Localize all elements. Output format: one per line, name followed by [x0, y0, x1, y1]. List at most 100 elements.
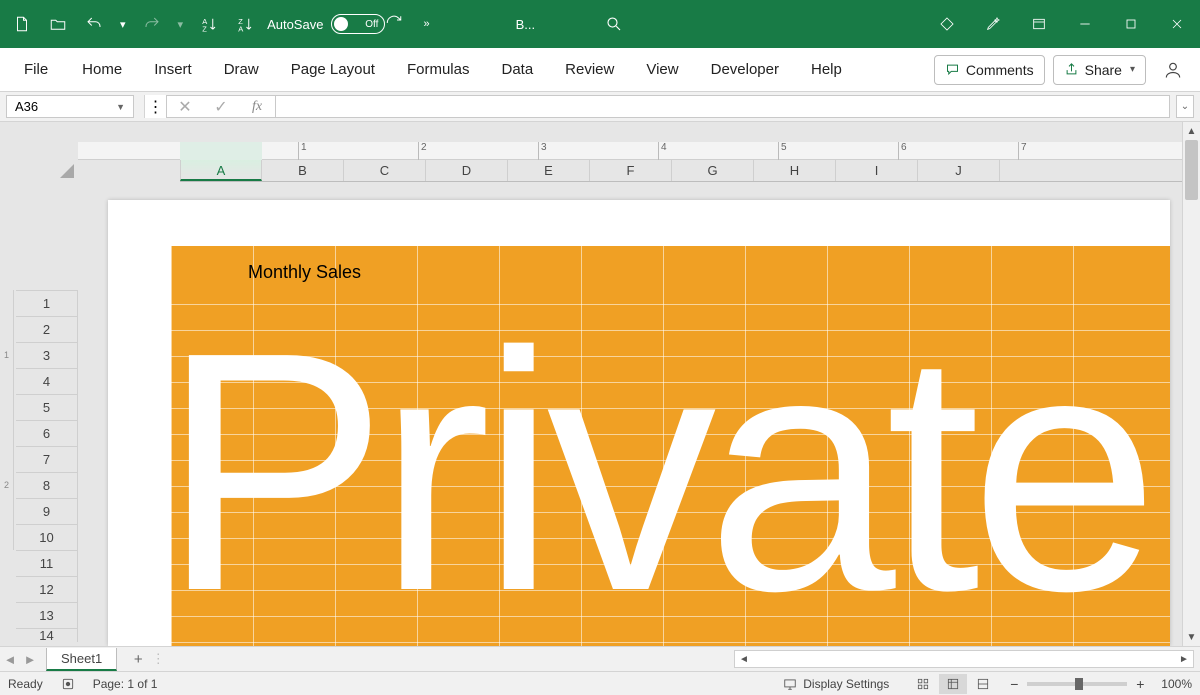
sort-desc-icon[interactable]: ZA [229, 8, 261, 40]
name-box[interactable]: A36 ▼ [6, 95, 134, 118]
status-bar: Ready Page: 1 of 1 Display Settings − + … [0, 671, 1200, 695]
row-header[interactable]: 10 [16, 524, 78, 550]
cancel-formula-icon[interactable]: ✕ [167, 97, 203, 117]
zoom-out-button[interactable]: − [1007, 676, 1021, 692]
tab-split-handle[interactable]: ⋮ [151, 651, 165, 667]
new-file-icon[interactable] [6, 8, 38, 40]
tab-insert[interactable]: Insert [138, 51, 208, 88]
tab-data[interactable]: Data [485, 51, 549, 88]
search-button[interactable] [595, 11, 633, 37]
zoom-thumb[interactable] [1075, 678, 1083, 690]
select-all-corner[interactable] [0, 122, 78, 182]
vertical-scrollbar[interactable]: ▲ ▼ [1182, 122, 1200, 646]
sheet-area: 1 2 3 4 5 6 7 A B C D E F G H I J Privat… [78, 122, 1200, 646]
column-header[interactable]: A [180, 160, 262, 181]
comment-icon [945, 62, 960, 77]
autosave-pill[interactable]: Off [331, 14, 385, 34]
row-header[interactable]: 12 [16, 576, 78, 602]
zoom-in-button[interactable]: + [1133, 676, 1147, 692]
refresh-icon[interactable] [385, 14, 417, 35]
view-normal-icon[interactable] [909, 674, 937, 694]
status-ready: Ready [8, 677, 43, 691]
undo-icon[interactable] [78, 8, 110, 40]
share-button[interactable]: Share ▾ [1053, 55, 1146, 85]
v-scroll-thumb[interactable] [1185, 140, 1198, 200]
cell-text[interactable]: Monthly Sales [248, 262, 361, 283]
tab-review[interactable]: Review [549, 51, 630, 88]
row-header[interactable]: 8 [16, 472, 78, 498]
row-header[interactable]: 4 [16, 368, 78, 394]
row-header[interactable]: 7 [16, 446, 78, 472]
column-header[interactable]: H [754, 160, 836, 181]
scroll-right-icon[interactable]: ► [1175, 654, 1193, 665]
row-header[interactable]: 5 [16, 394, 78, 420]
row-header[interactable]: 1 [16, 290, 78, 316]
zoom-control: − + 100% [1007, 676, 1192, 692]
open-file-icon[interactable] [42, 8, 74, 40]
tab-formulas[interactable]: Formulas [391, 51, 486, 88]
close-button[interactable] [1154, 0, 1200, 48]
tab-draw[interactable]: Draw [208, 51, 275, 88]
v-scroll-track[interactable] [1183, 140, 1200, 628]
tab-file[interactable]: File [10, 51, 66, 88]
page-mark-1: 1 [0, 290, 14, 420]
column-header[interactable]: B [262, 160, 344, 181]
row-header[interactable]: 14 [16, 628, 78, 642]
formula-bar: A36 ▼ ⋮ ✕ ✓ fx ⌄ [0, 92, 1200, 122]
tab-view[interactable]: View [630, 51, 694, 88]
page-number-gutter: 1 2 [0, 182, 16, 642]
column-header[interactable]: D [426, 160, 508, 181]
pencil-sparkle-icon[interactable] [970, 0, 1016, 48]
scroll-down-icon[interactable]: ▼ [1183, 628, 1200, 646]
redo-dropdown-icon[interactable]: ▾ [172, 18, 190, 31]
row-header[interactable]: 13 [16, 602, 78, 628]
view-page-break-icon[interactable] [969, 674, 997, 694]
sheet-nav-next-icon[interactable]: ► [20, 652, 40, 667]
tab-page-layout[interactable]: Page Layout [275, 51, 391, 88]
tab-help[interactable]: Help [795, 51, 858, 88]
row-header[interactable]: 2 [16, 316, 78, 342]
column-header[interactable]: C [344, 160, 426, 181]
sheet-tab-active[interactable]: Sheet1 [46, 648, 117, 671]
tab-home[interactable]: Home [66, 51, 138, 88]
scroll-left-icon[interactable]: ◄ [735, 654, 753, 665]
column-header[interactable]: G [672, 160, 754, 181]
comments-button[interactable]: Comments [934, 55, 1045, 85]
maximize-button[interactable] [1108, 0, 1154, 48]
column-header[interactable]: I [836, 160, 918, 181]
scroll-up-icon[interactable]: ▲ [1183, 122, 1200, 140]
zoom-level[interactable]: 100% [1161, 677, 1192, 691]
horizontal-scrollbar[interactable]: ◄ ► [734, 650, 1194, 668]
enter-formula-icon[interactable]: ✓ [203, 97, 239, 117]
display-settings-button[interactable]: Display Settings [783, 677, 889, 691]
redo-icon[interactable] [136, 8, 168, 40]
formula-expand-icon[interactable]: ⌄ [1176, 95, 1194, 118]
row-header[interactable]: 3 [16, 342, 78, 368]
minimize-button[interactable] [1062, 0, 1108, 48]
name-box-resize[interactable]: ⋮ [144, 95, 166, 118]
row-header[interactable]: 11 [16, 550, 78, 576]
sort-asc-icon[interactable]: AZ [193, 8, 225, 40]
macro-record-icon[interactable] [61, 677, 75, 691]
svg-text:A: A [238, 25, 243, 34]
ribbon-display-icon[interactable] [1016, 0, 1062, 48]
diamond-icon[interactable] [924, 0, 970, 48]
undo-dropdown-icon[interactable]: ▾ [114, 18, 132, 31]
fx-icon[interactable]: fx [239, 99, 275, 115]
qat-overflow-icon[interactable]: » [417, 18, 435, 30]
row-header[interactable]: 6 [16, 420, 78, 446]
column-header[interactable]: E [508, 160, 590, 181]
account-icon[interactable] [1156, 53, 1190, 87]
autosave-toggle[interactable]: AutoSave Off [267, 14, 385, 34]
view-page-layout-icon[interactable] [939, 674, 967, 694]
zoom-slider[interactable] [1027, 682, 1127, 686]
column-header[interactable]: F [590, 160, 672, 181]
share-dropdown-icon[interactable]: ▾ [1130, 64, 1135, 75]
add-sheet-button[interactable]: + [125, 649, 151, 669]
row-header[interactable]: 9 [16, 498, 78, 524]
sheet-nav-prev-icon[interactable]: ◄ [0, 652, 20, 667]
tab-developer[interactable]: Developer [695, 51, 795, 88]
name-box-dropdown-icon[interactable]: ▼ [116, 102, 125, 112]
formula-input[interactable] [276, 95, 1170, 118]
column-header[interactable]: J [918, 160, 1000, 181]
